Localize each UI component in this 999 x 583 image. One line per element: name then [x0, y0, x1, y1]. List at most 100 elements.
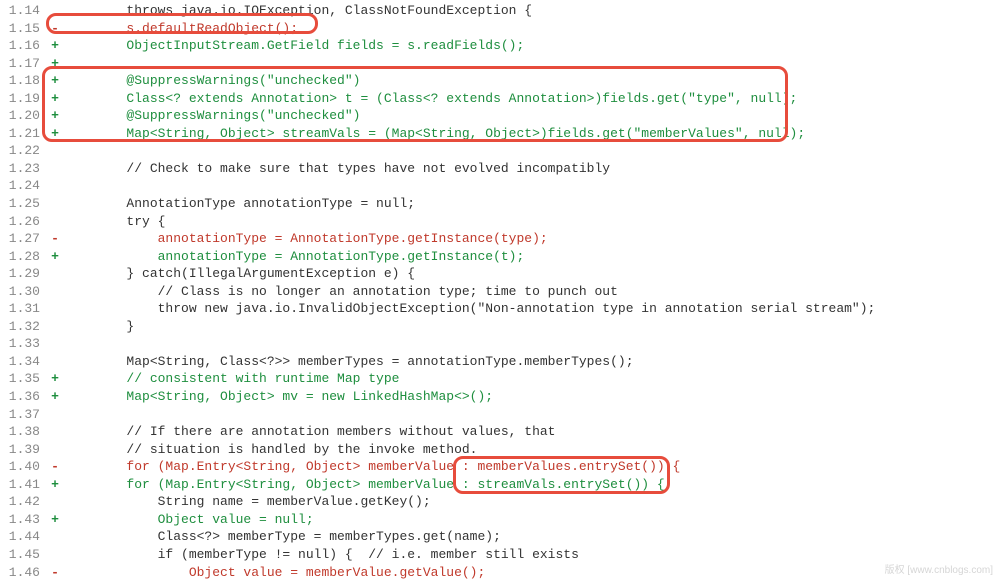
line-number: 1.22 [0, 142, 48, 160]
code-line: 1.44 Class<?> memberType = memberTypes.g… [0, 528, 999, 546]
line-number: 1.20 [0, 107, 48, 125]
diff-plus-icon: + [48, 55, 62, 73]
code-content: Map<String, Object> streamVals = (Map<St… [62, 125, 999, 143]
code-line: 1.24 [0, 177, 999, 195]
line-number: 1.14 [0, 2, 48, 20]
line-number: 1.29 [0, 265, 48, 283]
code-line: 1.46- Object value = memberValue.getValu… [0, 564, 999, 582]
code-line: 1.29 } catch(IllegalArgumentException e)… [0, 265, 999, 283]
code-line: 1.15- s.defaultReadObject(); [0, 20, 999, 38]
code-content [62, 406, 999, 424]
code-line: 1.32 } [0, 318, 999, 336]
code-content: for (Map.Entry<String, Object> memberVal… [62, 458, 999, 476]
code-content: // Check to make sure that types have no… [62, 160, 999, 178]
code-line: 1.31 throw new java.io.InvalidObjectExce… [0, 300, 999, 318]
code-content: @SuppressWarnings("unchecked") [62, 107, 999, 125]
code-line: 1.27- annotationType = AnnotationType.ge… [0, 230, 999, 248]
diff-plus-icon: + [48, 125, 62, 143]
code-line: 1.25 AnnotationType annotationType = nul… [0, 195, 999, 213]
diff-container: 1.14 throws java.io.IOException, ClassNo… [0, 2, 999, 581]
line-number: 1.37 [0, 406, 48, 424]
code-line: 1.43+ Object value = null; [0, 511, 999, 529]
diff-nochange [48, 160, 62, 178]
line-number: 1.38 [0, 423, 48, 441]
code-line: 1.40- for (Map.Entry<String, Object> mem… [0, 458, 999, 476]
line-number: 1.36 [0, 388, 48, 406]
code-content: Map<String, Class<?>> memberTypes = anno… [62, 353, 999, 371]
code-content: // situation is handled by the invoke me… [62, 441, 999, 459]
diff-plus-icon: + [48, 107, 62, 125]
line-number: 1.26 [0, 213, 48, 231]
code-content [62, 177, 999, 195]
line-number: 1.27 [0, 230, 48, 248]
line-number: 1.42 [0, 493, 48, 511]
line-number: 1.24 [0, 177, 48, 195]
line-number: 1.16 [0, 37, 48, 55]
code-line: 1.37 [0, 406, 999, 424]
code-content: AnnotationType annotationType = null; [62, 195, 999, 213]
diff-minus-icon: - [48, 458, 62, 476]
code-content: } catch(IllegalArgumentException e) { [62, 265, 999, 283]
diff-nochange [48, 353, 62, 371]
line-number: 1.35 [0, 370, 48, 388]
line-number: 1.17 [0, 55, 48, 73]
code-line: 1.21+ Map<String, Object> streamVals = (… [0, 125, 999, 143]
diff-nochange [48, 406, 62, 424]
diff-nochange [48, 142, 62, 160]
diff-nochange [48, 283, 62, 301]
code-line: 1.23 // Check to make sure that types ha… [0, 160, 999, 178]
code-line: 1.19+ Class<? extends Annotation> t = (C… [0, 90, 999, 108]
code-line: 1.18+ @SuppressWarnings("unchecked") [0, 72, 999, 90]
line-number: 1.44 [0, 528, 48, 546]
code-content: annotationType = AnnotationType.getInsta… [62, 248, 999, 266]
diff-nochange [48, 195, 62, 213]
line-number: 1.21 [0, 125, 48, 143]
code-line: 1.16+ ObjectInputStream.GetField fields … [0, 37, 999, 55]
diff-minus-icon: - [48, 564, 62, 582]
diff-nochange [48, 300, 62, 318]
code-content: // If there are annotation members witho… [62, 423, 999, 441]
diff-plus-icon: + [48, 476, 62, 494]
line-number: 1.45 [0, 546, 48, 564]
code-content: Object value = memberValue.getValue(); [62, 564, 999, 582]
diff-plus-icon: + [48, 72, 62, 90]
diff-nochange [48, 441, 62, 459]
line-number: 1.25 [0, 195, 48, 213]
diff-plus-icon: + [48, 90, 62, 108]
diff-minus-icon: - [48, 20, 62, 38]
line-number: 1.40 [0, 458, 48, 476]
diff-plus-icon: + [48, 370, 62, 388]
line-number: 1.46 [0, 564, 48, 582]
code-line: 1.36+ Map<String, Object> mv = new Linke… [0, 388, 999, 406]
code-line: 1.39 // situation is handled by the invo… [0, 441, 999, 459]
diff-nochange [48, 423, 62, 441]
diff-plus-icon: + [48, 388, 62, 406]
diff-plus-icon: + [48, 511, 62, 529]
diff-nochange [48, 177, 62, 195]
code-content: throw new java.io.InvalidObjectException… [62, 300, 999, 318]
code-content: @SuppressWarnings("unchecked") [62, 72, 999, 90]
code-line: 1.14 throws java.io.IOException, ClassNo… [0, 2, 999, 20]
code-line: 1.22 [0, 142, 999, 160]
code-line: 1.33 [0, 335, 999, 353]
diff-minus-icon: - [48, 230, 62, 248]
diff-plus-icon: + [48, 37, 62, 55]
diff-nochange [48, 493, 62, 511]
code-line: 1.17+ [0, 55, 999, 73]
code-content: s.defaultReadObject(); [62, 20, 999, 38]
code-line: 1.41+ for (Map.Entry<String, Object> mem… [0, 476, 999, 494]
code-line: 1.38 // If there are annotation members … [0, 423, 999, 441]
code-content: ObjectInputStream.GetField fields = s.re… [62, 37, 999, 55]
code-content: Class<? extends Annotation> t = (Class<?… [62, 90, 999, 108]
code-content: for (Map.Entry<String, Object> memberVal… [62, 476, 999, 494]
diff-nochange [48, 2, 62, 20]
code-content: // consistent with runtime Map type [62, 370, 999, 388]
line-number: 1.43 [0, 511, 48, 529]
code-line: 1.34 Map<String, Class<?>> memberTypes =… [0, 353, 999, 371]
code-line: 1.42 String name = memberValue.getKey(); [0, 493, 999, 511]
code-line: 1.28+ annotationType = AnnotationType.ge… [0, 248, 999, 266]
line-number: 1.23 [0, 160, 48, 178]
code-content: try { [62, 213, 999, 231]
code-content: Object value = null; [62, 511, 999, 529]
line-number: 1.28 [0, 248, 48, 266]
